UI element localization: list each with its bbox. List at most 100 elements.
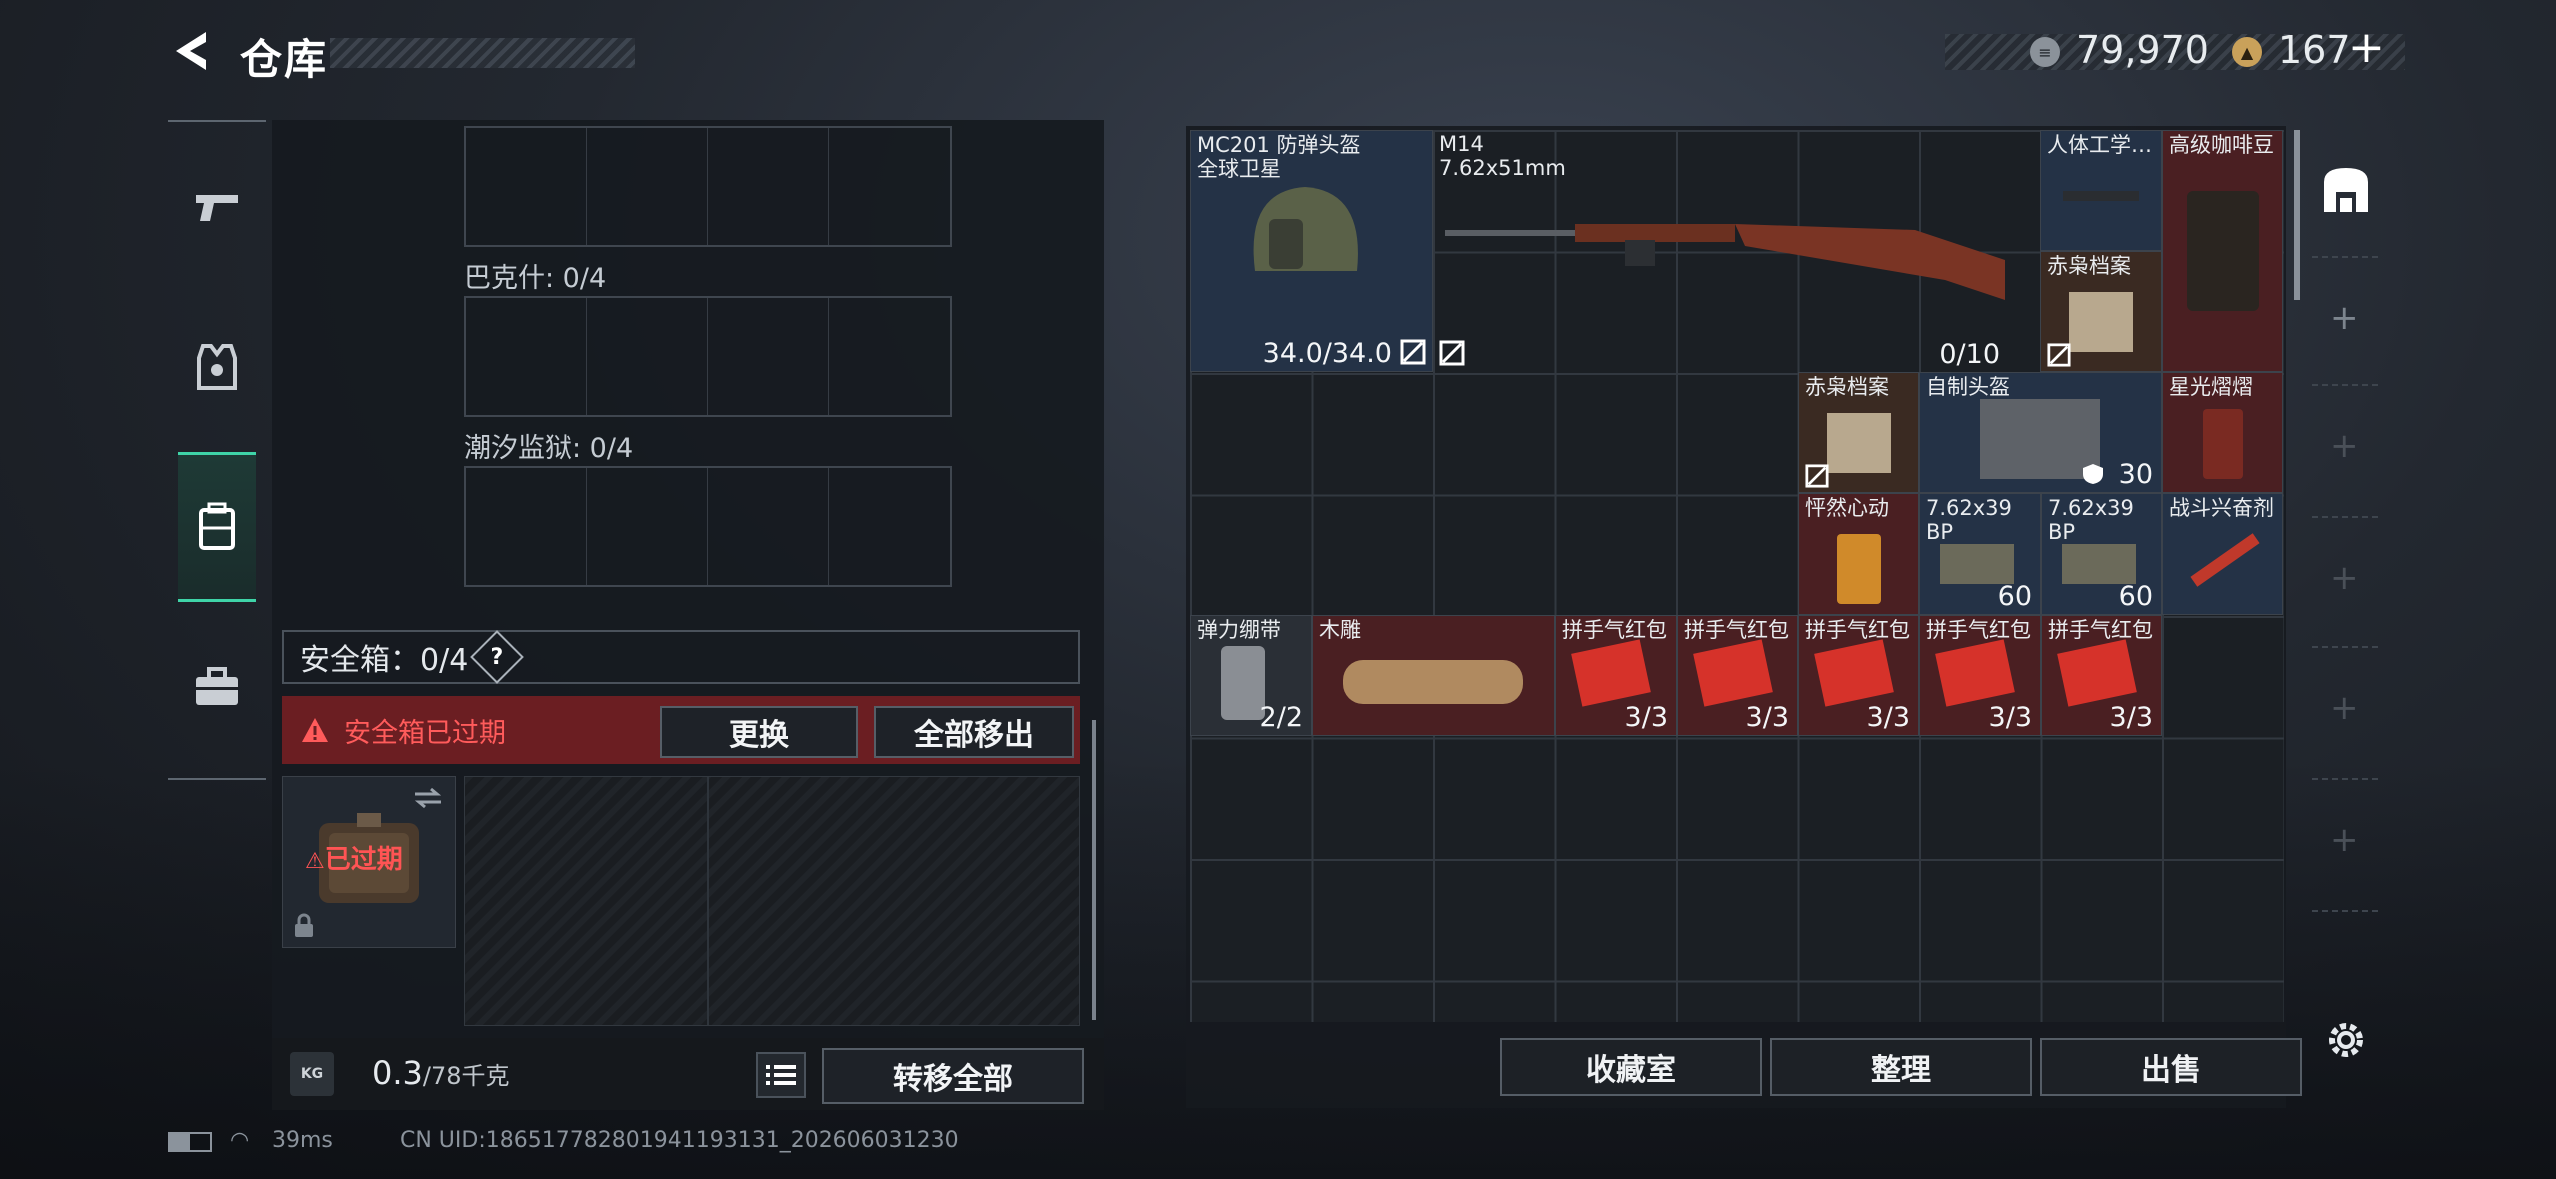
item-starlight-drink[interactable]: 星光熠熠 xyxy=(2162,372,2283,493)
item-lucky-red-packet-2[interactable]: 拼手气红包 3/3 xyxy=(1677,615,1798,736)
ammo-box-icon xyxy=(2062,544,2136,584)
tab-equipment[interactable] xyxy=(178,292,256,442)
item-ergonomic-grip[interactable]: 人体工学… xyxy=(2040,130,2162,251)
slot-group-label-tidal-prison: 潮汐监狱: 0/4 xyxy=(464,433,634,464)
tab-toolbox[interactable] xyxy=(178,612,256,762)
left-scrollbar[interactable] xyxy=(1092,720,1096,1020)
move-all-out-button[interactable]: 全部移出 xyxy=(874,706,1074,758)
broken-durability-icon xyxy=(1400,339,1426,365)
list-view-button[interactable] xyxy=(756,1052,806,1098)
collection-room-button[interactable]: 收藏室 xyxy=(1500,1038,1762,1096)
item-premium-coffee-beans[interactable]: 高级咖啡豆 xyxy=(2162,130,2283,372)
rail-icon xyxy=(2063,191,2139,201)
item-red-owl-file-2[interactable]: 赤枭档案 xyxy=(1798,372,1919,493)
item-red-owl-file[interactable]: 赤枭档案 xyxy=(2040,251,2162,372)
red-packet-icon xyxy=(1571,639,1651,707)
item-combat-stimulant[interactable]: 战斗兴奋剂 xyxy=(2162,493,2283,615)
item-lucky-red-packet-3[interactable]: 拼手气红包 3/3 xyxy=(1798,615,1919,736)
weight-value: 0.3/78千克 xyxy=(372,1054,510,1092)
expired-badge: ⚠已过期 xyxy=(305,845,403,875)
loadout-panel: 巴克什: 0/4 潮汐监狱: 0/4 安全箱：0/4 ? 安全箱已过期 更换 全… xyxy=(272,120,1104,1110)
warning-text: 安全箱已过期 xyxy=(344,717,506,749)
briefcase-icon xyxy=(196,667,238,705)
back-button[interactable] xyxy=(168,26,218,76)
coffee-bag-icon xyxy=(2187,191,2259,311)
sell-button[interactable]: 出售 xyxy=(2040,1038,2302,1096)
weight-bar: KG 0.3/78千克 转移全部 xyxy=(272,1038,1104,1110)
item-elastic-bandage[interactable]: 弹力绷带 2/2 xyxy=(1190,615,1312,736)
storage-tabs-sidebar: + + + + + xyxy=(2300,126,2390,1082)
red-packet-icon xyxy=(1693,639,1773,707)
gold-coin-icon: ▲ xyxy=(2232,37,2262,67)
storage-main-tab[interactable] xyxy=(2318,162,2374,218)
category-sidebar xyxy=(168,120,266,780)
add-currency-button[interactable]: + xyxy=(2348,22,2385,73)
tab-weapons[interactable] xyxy=(178,132,256,282)
red-packet-icon xyxy=(1814,639,1894,707)
transfer-all-button[interactable]: 转移全部 xyxy=(822,1048,1084,1104)
warning-icon xyxy=(302,718,328,742)
item-ammo-762x39-bp-2[interactable]: 7.62x39 BP 60 xyxy=(2041,493,2162,615)
silver-coin-amount: 79,970 xyxy=(2076,28,2209,72)
settings-button[interactable] xyxy=(2322,1016,2370,1068)
item-ammo-762x39-bp[interactable]: 7.62x39 BP 60 xyxy=(1919,493,2041,615)
helmet-icon xyxy=(1253,187,1358,271)
ping-text: 39ms xyxy=(272,1128,333,1153)
syringe-icon xyxy=(2190,533,2260,587)
shield-icon xyxy=(2083,464,2103,484)
slot-group-label-bakshi: 巴克什: 0/4 xyxy=(464,263,607,294)
carving-icon xyxy=(1343,660,1523,704)
locked-storage-tab[interactable]: + xyxy=(2330,426,2359,466)
warehouse-icon xyxy=(2324,168,2368,212)
safe-box-slots[interactable] xyxy=(464,776,1080,1026)
safe-box-label: 安全箱：0/4 xyxy=(300,643,469,678)
replace-button[interactable]: 更换 xyxy=(660,706,858,758)
backpack-icon xyxy=(199,502,235,550)
safe-box-item[interactable]: ⚠已过期 xyxy=(282,776,456,948)
file-icon xyxy=(1827,413,1891,473)
rifle-icon xyxy=(1445,224,2005,300)
gear-icon xyxy=(2329,1023,2363,1057)
item-wood-carving[interactable]: 木雕 xyxy=(1312,615,1555,736)
item-lucky-red-packet-4[interactable]: 拼手气红包 3/3 xyxy=(1919,615,2041,736)
item-helmet[interactable]: MC201 防弹头盔 全球卫星 34.0/34.0 xyxy=(1190,130,1433,372)
item-lucky-red-packet[interactable]: 拼手气红包 3/3 xyxy=(1555,615,1677,736)
slot-row-tidal-prison[interactable] xyxy=(464,466,952,587)
locked-storage-tab[interactable]: + xyxy=(2330,688,2359,728)
lock-icon xyxy=(295,913,313,937)
organize-button[interactable]: 整理 xyxy=(1770,1038,2032,1096)
red-packet-icon xyxy=(2057,639,2137,707)
help-icon[interactable]: ? xyxy=(470,630,525,684)
vest-icon xyxy=(197,344,237,390)
locked-storage-tab[interactable]: + xyxy=(2330,558,2359,598)
broken-durability-icon xyxy=(1805,464,1829,488)
silver-coin-icon: ≡ xyxy=(2030,37,2060,67)
red-packet-icon xyxy=(1935,639,2015,707)
broken-durability-icon xyxy=(1439,340,1465,366)
tab-backpack[interactable] xyxy=(178,452,256,602)
title-decoration xyxy=(330,38,635,68)
cocktail-icon xyxy=(1837,534,1881,604)
drink-icon xyxy=(2203,409,2243,479)
wifi-icon: ◠ xyxy=(230,1128,250,1153)
weight-kg-icon: KG xyxy=(290,1052,334,1096)
bandage-icon xyxy=(1221,646,1265,720)
pistol-icon xyxy=(196,195,238,221)
uid-text: CN UID:186517782801941193131_20260603123… xyxy=(400,1128,959,1153)
gold-coin-amount: 167 xyxy=(2278,28,2351,72)
battery-icon xyxy=(168,1132,212,1152)
list-icon xyxy=(766,1065,796,1085)
add-storage-tab-button[interactable]: + xyxy=(2330,298,2359,338)
slot-row-bakshi[interactable] xyxy=(464,296,952,417)
item-homemade-helmet[interactable]: 自制头盔 30 xyxy=(1919,372,2162,493)
item-heartbeat-drink[interactable]: 怦然心动 xyxy=(1798,493,1919,615)
item-lucky-red-packet-5[interactable]: 拼手气红包 3/3 xyxy=(2041,615,2162,736)
broken-durability-icon xyxy=(2047,343,2071,367)
swap-icon[interactable] xyxy=(413,787,443,809)
slot-row-top[interactable] xyxy=(464,126,952,247)
page-title: 仓库 xyxy=(240,35,329,84)
safe-box-header: 安全箱：0/4 ? xyxy=(282,630,1080,684)
locked-storage-tab[interactable]: + xyxy=(2330,820,2359,860)
back-arrow-icon xyxy=(176,32,206,70)
item-m14[interactable]: M14 7.62x51mm 0/10 xyxy=(1433,130,2040,372)
